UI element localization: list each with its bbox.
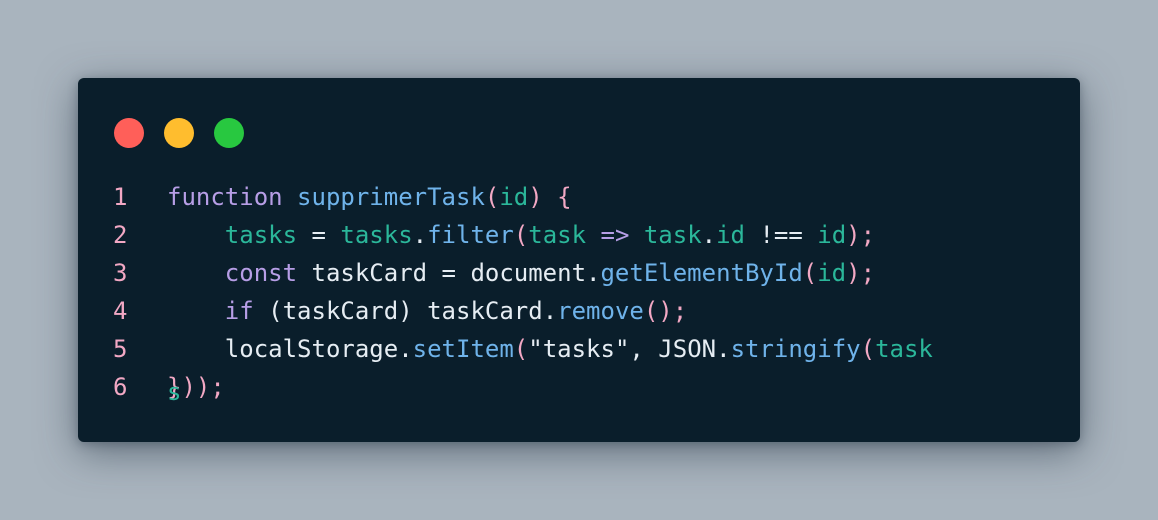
code-token: setItem <box>412 335 514 363</box>
code-line: 4 if (taskCard) taskCard.remove(); <box>78 292 1080 330</box>
line-number: 1 <box>113 183 128 211</box>
minimize-dot-icon[interactable] <box>164 118 194 148</box>
code-token: . <box>701 221 717 249</box>
code-token: task <box>643 221 702 249</box>
code-token: => <box>586 221 644 249</box>
code-token: . <box>586 259 601 287</box>
code-token: if <box>224 297 254 325</box>
close-dot-icon[interactable] <box>114 118 144 148</box>
code-text: const taskCard = document.getElementById… <box>167 254 987 292</box>
code-token: { <box>557 183 572 211</box>
code-token: ( <box>484 183 500 211</box>
code-text: if (taskCard) taskCard.remove(); <box>167 292 987 330</box>
code-token: . <box>542 297 558 325</box>
line-number: 5 <box>113 335 128 363</box>
code-window: 1 function supprimerTask(id) {2 tasks = t… <box>78 78 1080 442</box>
code-text: localStorage.setItem("tasks", JSON.strin… <box>167 330 987 368</box>
code-line: 2 tasks = tasks.filter(task => task.id !… <box>78 216 1080 254</box>
code-token: s <box>167 378 182 406</box>
code-token: id <box>499 183 529 211</box>
code-token: task <box>528 221 587 249</box>
code-token: . <box>716 335 731 363</box>
code-token: ); <box>846 259 876 287</box>
code-token: !== <box>745 221 818 249</box>
code-token: ); <box>846 221 876 249</box>
code-block: 1 function supprimerTask(id) {2 tasks = t… <box>78 178 1080 406</box>
code-token: (taskCard) taskCard <box>253 297 543 325</box>
code-token: ) <box>528 183 543 211</box>
code-token: ( <box>860 335 876 363</box>
code-token: )); <box>181 373 225 401</box>
code-token: ( <box>513 335 529 363</box>
code-token: getElementById <box>600 259 803 287</box>
code-token: . <box>412 221 428 249</box>
code-token: task <box>875 335 933 363</box>
code-text: tasks = tasks.filter(task => task.id !==… <box>167 216 987 254</box>
code-token: remove <box>557 297 644 325</box>
code-token: ( <box>513 221 529 249</box>
code-line: 1 function supprimerTask(id) { <box>78 178 1080 216</box>
code-token: supprimerTask <box>297 183 485 211</box>
code-token: taskCard = document <box>297 259 587 287</box>
code-token: = <box>297 221 341 249</box>
code-line: 5 localStorage.setItem("tasks", JSON.str… <box>78 330 1080 368</box>
code-token: tasks <box>224 221 298 249</box>
code-text: s})); <box>167 368 987 406</box>
code-line: 6 s})); <box>78 368 1080 406</box>
code-token: function <box>167 183 283 211</box>
code-token: stringify <box>730 335 861 363</box>
code-token: (); <box>643 297 688 325</box>
code-token: "tasks" <box>528 335 630 363</box>
line-number: 4 <box>113 297 128 325</box>
code-token: tasks <box>340 221 413 249</box>
code-token: ( <box>802 259 818 287</box>
maximize-dot-icon[interactable] <box>214 118 244 148</box>
line-number: 2 <box>113 221 128 249</box>
line-number: 6 <box>113 373 128 401</box>
code-token: const <box>224 259 298 287</box>
code-token: localStorage <box>224 335 399 363</box>
code-token: . <box>398 335 413 363</box>
overlapping-glyph: s} <box>167 373 181 406</box>
code-line: 3 const taskCard = document.getElementBy… <box>78 254 1080 292</box>
code-token: id <box>716 221 746 249</box>
code-text: function supprimerTask(id) { <box>167 178 987 216</box>
code-token: filter <box>427 221 514 249</box>
code-token: id <box>817 221 847 249</box>
code-token: , JSON <box>629 335 717 363</box>
code-token: id <box>817 259 847 287</box>
line-number: 3 <box>113 259 128 287</box>
